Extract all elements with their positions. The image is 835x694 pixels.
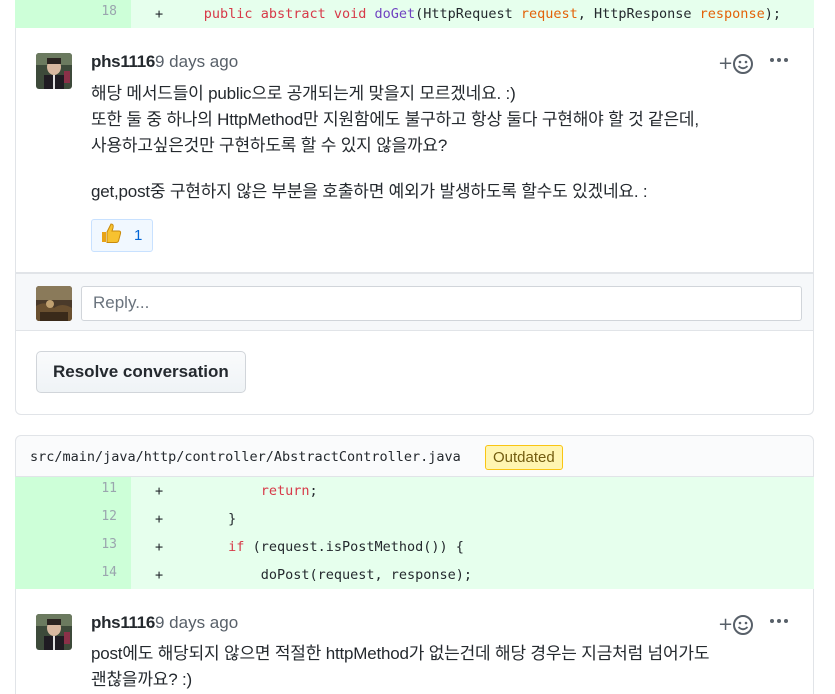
review-thread-2: phs1116 9 days ago + post에도 해당되지 않으면 적절한…: [15, 589, 814, 694]
code-part: (request.isPostMethod()) {: [244, 539, 464, 555]
diff-line-11: 11 + return;: [15, 477, 814, 505]
diff-line-13: 13 + if (request.isPostMethod()) {: [15, 533, 814, 561]
code-part: , HttpResponse: [577, 6, 700, 22]
keyword-public: public: [203, 6, 253, 22]
comment-body: post에도 해당되지 않으면 적절한 httpMethod가 없는건데 해당 …: [91, 641, 801, 693]
comment-author[interactable]: phs1116: [91, 52, 155, 72]
reply-section: Reply...: [16, 273, 813, 331]
code-part: }: [228, 511, 237, 527]
line-number[interactable]: 14: [15, 561, 131, 589]
add-reaction-icon[interactable]: +: [718, 52, 754, 76]
code-line: + }: [131, 511, 236, 527]
code-line: + return;: [131, 483, 318, 499]
code-part: );: [764, 6, 781, 22]
code-line: + doPost(request, response);: [131, 567, 472, 583]
reply-input[interactable]: Reply...: [81, 286, 802, 321]
comment-line: 괜찮을까요? :): [91, 670, 192, 689]
add-reaction-icon[interactable]: +: [718, 613, 754, 637]
thumbs-up-reaction[interactable]: 1: [91, 219, 154, 252]
current-user-avatar: [36, 286, 72, 321]
diff-marker: +: [155, 6, 164, 22]
line-number[interactable]: 12: [15, 505, 131, 533]
reaction-count: 1: [134, 227, 143, 244]
diff-marker: +: [155, 511, 164, 527]
comment-line: 또한 둘 중 하나의 HttpMethod만 지원함에도 불구하고 항상 둘다 …: [91, 110, 699, 129]
svg-text:+: +: [718, 53, 733, 74]
keyword-if: if: [228, 539, 245, 555]
line-number[interactable]: 18: [15, 0, 131, 28]
avatar[interactable]: [36, 53, 72, 89]
diff-line-18: 18 + public abstract void doGet(HttpRequ…: [15, 0, 814, 28]
comment-line: 사용하고싶은것만 구현하도록 할 수 있지 않을까요?: [91, 136, 448, 155]
diff-marker: +: [155, 483, 164, 499]
diff-marker: +: [155, 539, 164, 555]
keyword-abstract: abstract: [260, 6, 326, 22]
line-number[interactable]: 13: [15, 533, 131, 561]
comment-body: 해당 메서드들이 public으로 공개되는게 맞을지 모르겠네요. :) 또한…: [91, 81, 801, 205]
code-part: doPost(request, response);: [260, 567, 473, 583]
keyword-return: return: [260, 483, 310, 499]
param-response: response: [699, 6, 765, 22]
line-number[interactable]: 11: [15, 477, 131, 505]
svg-text:+: +: [718, 614, 733, 635]
outdated-badge: Outdated: [485, 445, 563, 470]
more-options-icon[interactable]: [769, 611, 789, 637]
file-header: src/main/java/http/controller/AbstractCo…: [15, 435, 814, 477]
resolve-conversation-button[interactable]: Resolve conversation: [36, 351, 246, 393]
comment-timestamp[interactable]: 9 days ago: [155, 52, 238, 72]
code-part: ;: [309, 483, 318, 499]
avatar[interactable]: [36, 614, 72, 650]
diff-marker: +: [155, 567, 164, 583]
code-line: + if (request.isPostMethod()) {: [131, 539, 464, 555]
param-request: request: [520, 6, 578, 22]
comment-line: post에도 해당되지 않으면 적절한 httpMethod가 없는건데 해당 …: [91, 644, 710, 663]
code-line: + public abstract void doGet(HttpRequest…: [131, 6, 781, 22]
comment-timestamp[interactable]: 9 days ago: [155, 613, 238, 633]
thumbs-up-icon: [100, 222, 122, 249]
comment-author[interactable]: phs1116: [91, 613, 155, 633]
diff-line-14: 14 + doPost(request, response);: [15, 561, 814, 589]
keyword-void: void: [333, 6, 367, 22]
more-options-icon[interactable]: [769, 50, 789, 76]
method-name: doGet: [374, 6, 416, 22]
diff-line-12: 12 + }: [15, 505, 814, 533]
comment-line: 해당 메서드들이 public으로 공개되는게 맞을지 모르겠네요. :): [91, 84, 516, 103]
comment-line: get,post중 구현하지 않은 부분을 호출하면 예외가 발생하도록 할수도…: [91, 182, 648, 201]
code-part: (HttpRequest: [415, 6, 521, 22]
file-path[interactable]: src/main/java/http/controller/AbstractCo…: [30, 449, 461, 465]
